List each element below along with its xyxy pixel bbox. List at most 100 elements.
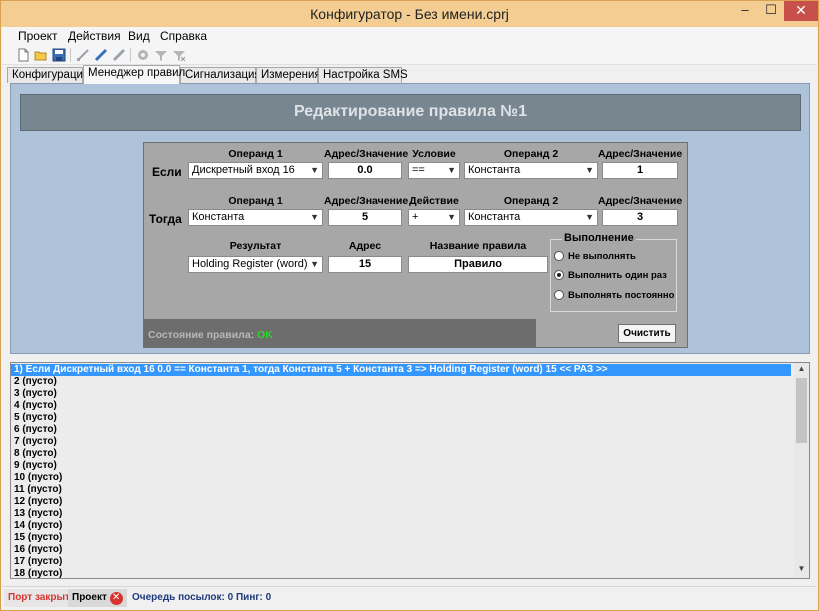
scrollbar-thumb[interactable] xyxy=(796,378,807,443)
write-device-icon[interactable] xyxy=(94,48,108,62)
connect-icon[interactable] xyxy=(112,48,126,62)
project-status: Проект ✕ xyxy=(68,589,127,607)
list-item[interactable]: 8 (пусто) xyxy=(11,448,791,460)
settings-gear-icon[interactable] xyxy=(136,48,150,62)
maximize-button[interactable]: ☐ xyxy=(758,1,784,21)
radio-no-execute[interactable]: Не выполнять xyxy=(554,251,636,262)
open-folder-icon[interactable] xyxy=(34,48,48,62)
rule-editor: Операнд 1 Адрес/Значение Условие Операнд… xyxy=(143,142,688,348)
operand1-header: Операнд 1 xyxy=(228,148,283,160)
action-header: Действие xyxy=(409,195,459,207)
scroll-down-icon[interactable]: ▼ xyxy=(794,564,809,577)
list-item[interactable]: 2 (пусто) xyxy=(11,376,791,388)
address1-header: Адрес/Значение xyxy=(324,148,409,160)
menu-item-actions[interactable]: Действия xyxy=(68,29,121,43)
radio-execute-once[interactable]: Выполнить один раз xyxy=(554,270,667,281)
list-item[interactable]: 11 (пусто) xyxy=(11,484,791,496)
list-item[interactable]: 12 (пусто) xyxy=(11,496,791,508)
chevron-down-icon: ▼ xyxy=(310,212,319,222)
address2-header: Адрес/Значение xyxy=(598,148,683,160)
tab-sms-settings[interactable]: Настройка SMS xyxy=(318,67,408,83)
if-address1-input[interactable]: 0.0 xyxy=(328,162,402,179)
list-item[interactable]: 15 (пусто) xyxy=(11,532,791,544)
list-item[interactable]: 6 (пусто) xyxy=(11,424,791,436)
then-action-select[interactable]: + ▼ xyxy=(408,209,460,226)
scroll-up-icon[interactable]: ▲ xyxy=(794,364,809,377)
filter-icon[interactable] xyxy=(154,48,168,62)
if-condition-value: == xyxy=(412,164,425,176)
result-header: Результат xyxy=(229,240,282,252)
if-condition-select[interactable]: == ▼ xyxy=(408,162,460,179)
vertical-scrollbar[interactable]: ▲ ▼ xyxy=(794,363,809,578)
tab-configuration[interactable]: Конфигурация xyxy=(7,67,89,83)
tab-bar: Конфигурация Менеджер правил Сигнализаци… xyxy=(2,65,817,84)
close-button[interactable]: ✕ xyxy=(784,1,818,21)
title-bar[interactable]: Конфигуратор - Без имени.cprj – ☐ ✕ xyxy=(1,1,818,27)
chevron-down-icon: ▼ xyxy=(310,165,319,175)
chevron-down-icon: ▼ xyxy=(585,212,594,222)
list-item[interactable]: 5 (пусто) xyxy=(11,412,791,424)
if-operand2-select[interactable]: Константа ▼ xyxy=(464,162,598,179)
list-item[interactable]: 18 (пусто) xyxy=(11,568,791,578)
radio-icon xyxy=(554,290,564,300)
menu-item-help[interactable]: Справка xyxy=(160,29,207,43)
then-operand1-select[interactable]: Константа ▼ xyxy=(188,209,323,226)
address1-header: Адрес/Значение xyxy=(324,195,409,207)
address2-header: Адрес/Значение xyxy=(598,195,683,207)
save-icon[interactable] xyxy=(52,48,66,62)
radio-label: Выполнять постоянно xyxy=(568,290,675,301)
list-item[interactable]: 10 (пусто) xyxy=(11,472,791,484)
radio-label: Не выполнять xyxy=(568,251,636,262)
tab-measurements[interactable]: Измерения xyxy=(256,67,321,83)
rule-edit-header: Редактирование правила №1 xyxy=(20,94,801,131)
list-item[interactable]: 17 (пусто) xyxy=(11,556,791,568)
result-address-input[interactable]: 15 xyxy=(328,256,402,273)
new-file-icon[interactable] xyxy=(16,48,30,62)
minimize-button[interactable]: – xyxy=(732,1,758,21)
if-operand1-value: Дискретный вход 16 xyxy=(192,164,295,176)
if-label: Если xyxy=(152,165,182,179)
condition-header: Условие xyxy=(412,148,456,160)
operand2-header: Операнд 2 xyxy=(503,148,559,160)
then-operand2-value: Константа xyxy=(468,211,521,223)
execution-title: Выполнение xyxy=(562,232,636,244)
app-window: Конфигуратор - Без имени.cprj – ☐ ✕ Прое… xyxy=(0,0,819,611)
then-address1-input[interactable]: 5 xyxy=(328,209,402,226)
menu-item-view[interactable]: Вид xyxy=(128,29,150,43)
operand1-header: Операнд 1 xyxy=(228,195,283,207)
result-select[interactable]: Holding Register (word) ▼ xyxy=(188,256,323,273)
list-item[interactable]: 1) Если Дискретный вход 16 0.0 == Конста… xyxy=(11,364,791,376)
list-item[interactable]: 13 (пусто) xyxy=(11,508,791,520)
tab-alarms[interactable]: Сигнализация xyxy=(180,67,261,83)
clear-button[interactable]: Очистить xyxy=(618,324,676,343)
status-bar: Порт закрыт Проект ✕ Очередь посылок: 0 … xyxy=(2,586,817,608)
then-address2-input[interactable]: 3 xyxy=(602,209,678,226)
address-header: Адрес xyxy=(348,240,382,252)
chevron-down-icon: ▼ xyxy=(585,165,594,175)
list-item[interactable]: 7 (пусто) xyxy=(11,436,791,448)
list-item[interactable]: 16 (пусто) xyxy=(11,544,791,556)
toolbar-separator xyxy=(130,48,131,62)
rule-name-input[interactable]: Правило xyxy=(408,256,548,273)
filter-clear-icon[interactable] xyxy=(172,48,186,62)
read-device-icon[interactable] xyxy=(76,48,90,62)
then-label: Тогда xyxy=(149,212,182,226)
tab-rules-manager[interactable]: Менеджер правил xyxy=(83,65,185,84)
result-value: Holding Register (word) xyxy=(192,258,308,270)
radio-execute-always[interactable]: Выполнять постоянно xyxy=(554,290,674,301)
if-operand2-value: Константа xyxy=(468,164,521,176)
list-item[interactable]: 3 (пусто) xyxy=(11,388,791,400)
rule-status-label: Состояние правила: xyxy=(148,329,255,341)
menu-item-project[interactable]: Проект xyxy=(18,29,58,43)
chevron-down-icon: ▼ xyxy=(447,165,456,175)
rules-list[interactable]: 1) Если Дискретный вход 16 0.0 == Конста… xyxy=(10,362,810,579)
if-address2-input[interactable]: 1 xyxy=(602,162,678,179)
if-operand1-select[interactable]: Дискретный вход 16 ▼ xyxy=(188,162,323,179)
rule-status-value: OK xyxy=(257,329,273,341)
radio-label: Выполнить один раз xyxy=(568,270,667,281)
list-item[interactable]: 14 (пусто) xyxy=(11,520,791,532)
rule-status-bar: Состояние правила: OK xyxy=(144,319,536,348)
then-operand2-select[interactable]: Константа ▼ xyxy=(464,209,598,226)
list-item[interactable]: 4 (пусто) xyxy=(11,400,791,412)
list-item[interactable]: 9 (пусто) xyxy=(11,460,791,472)
